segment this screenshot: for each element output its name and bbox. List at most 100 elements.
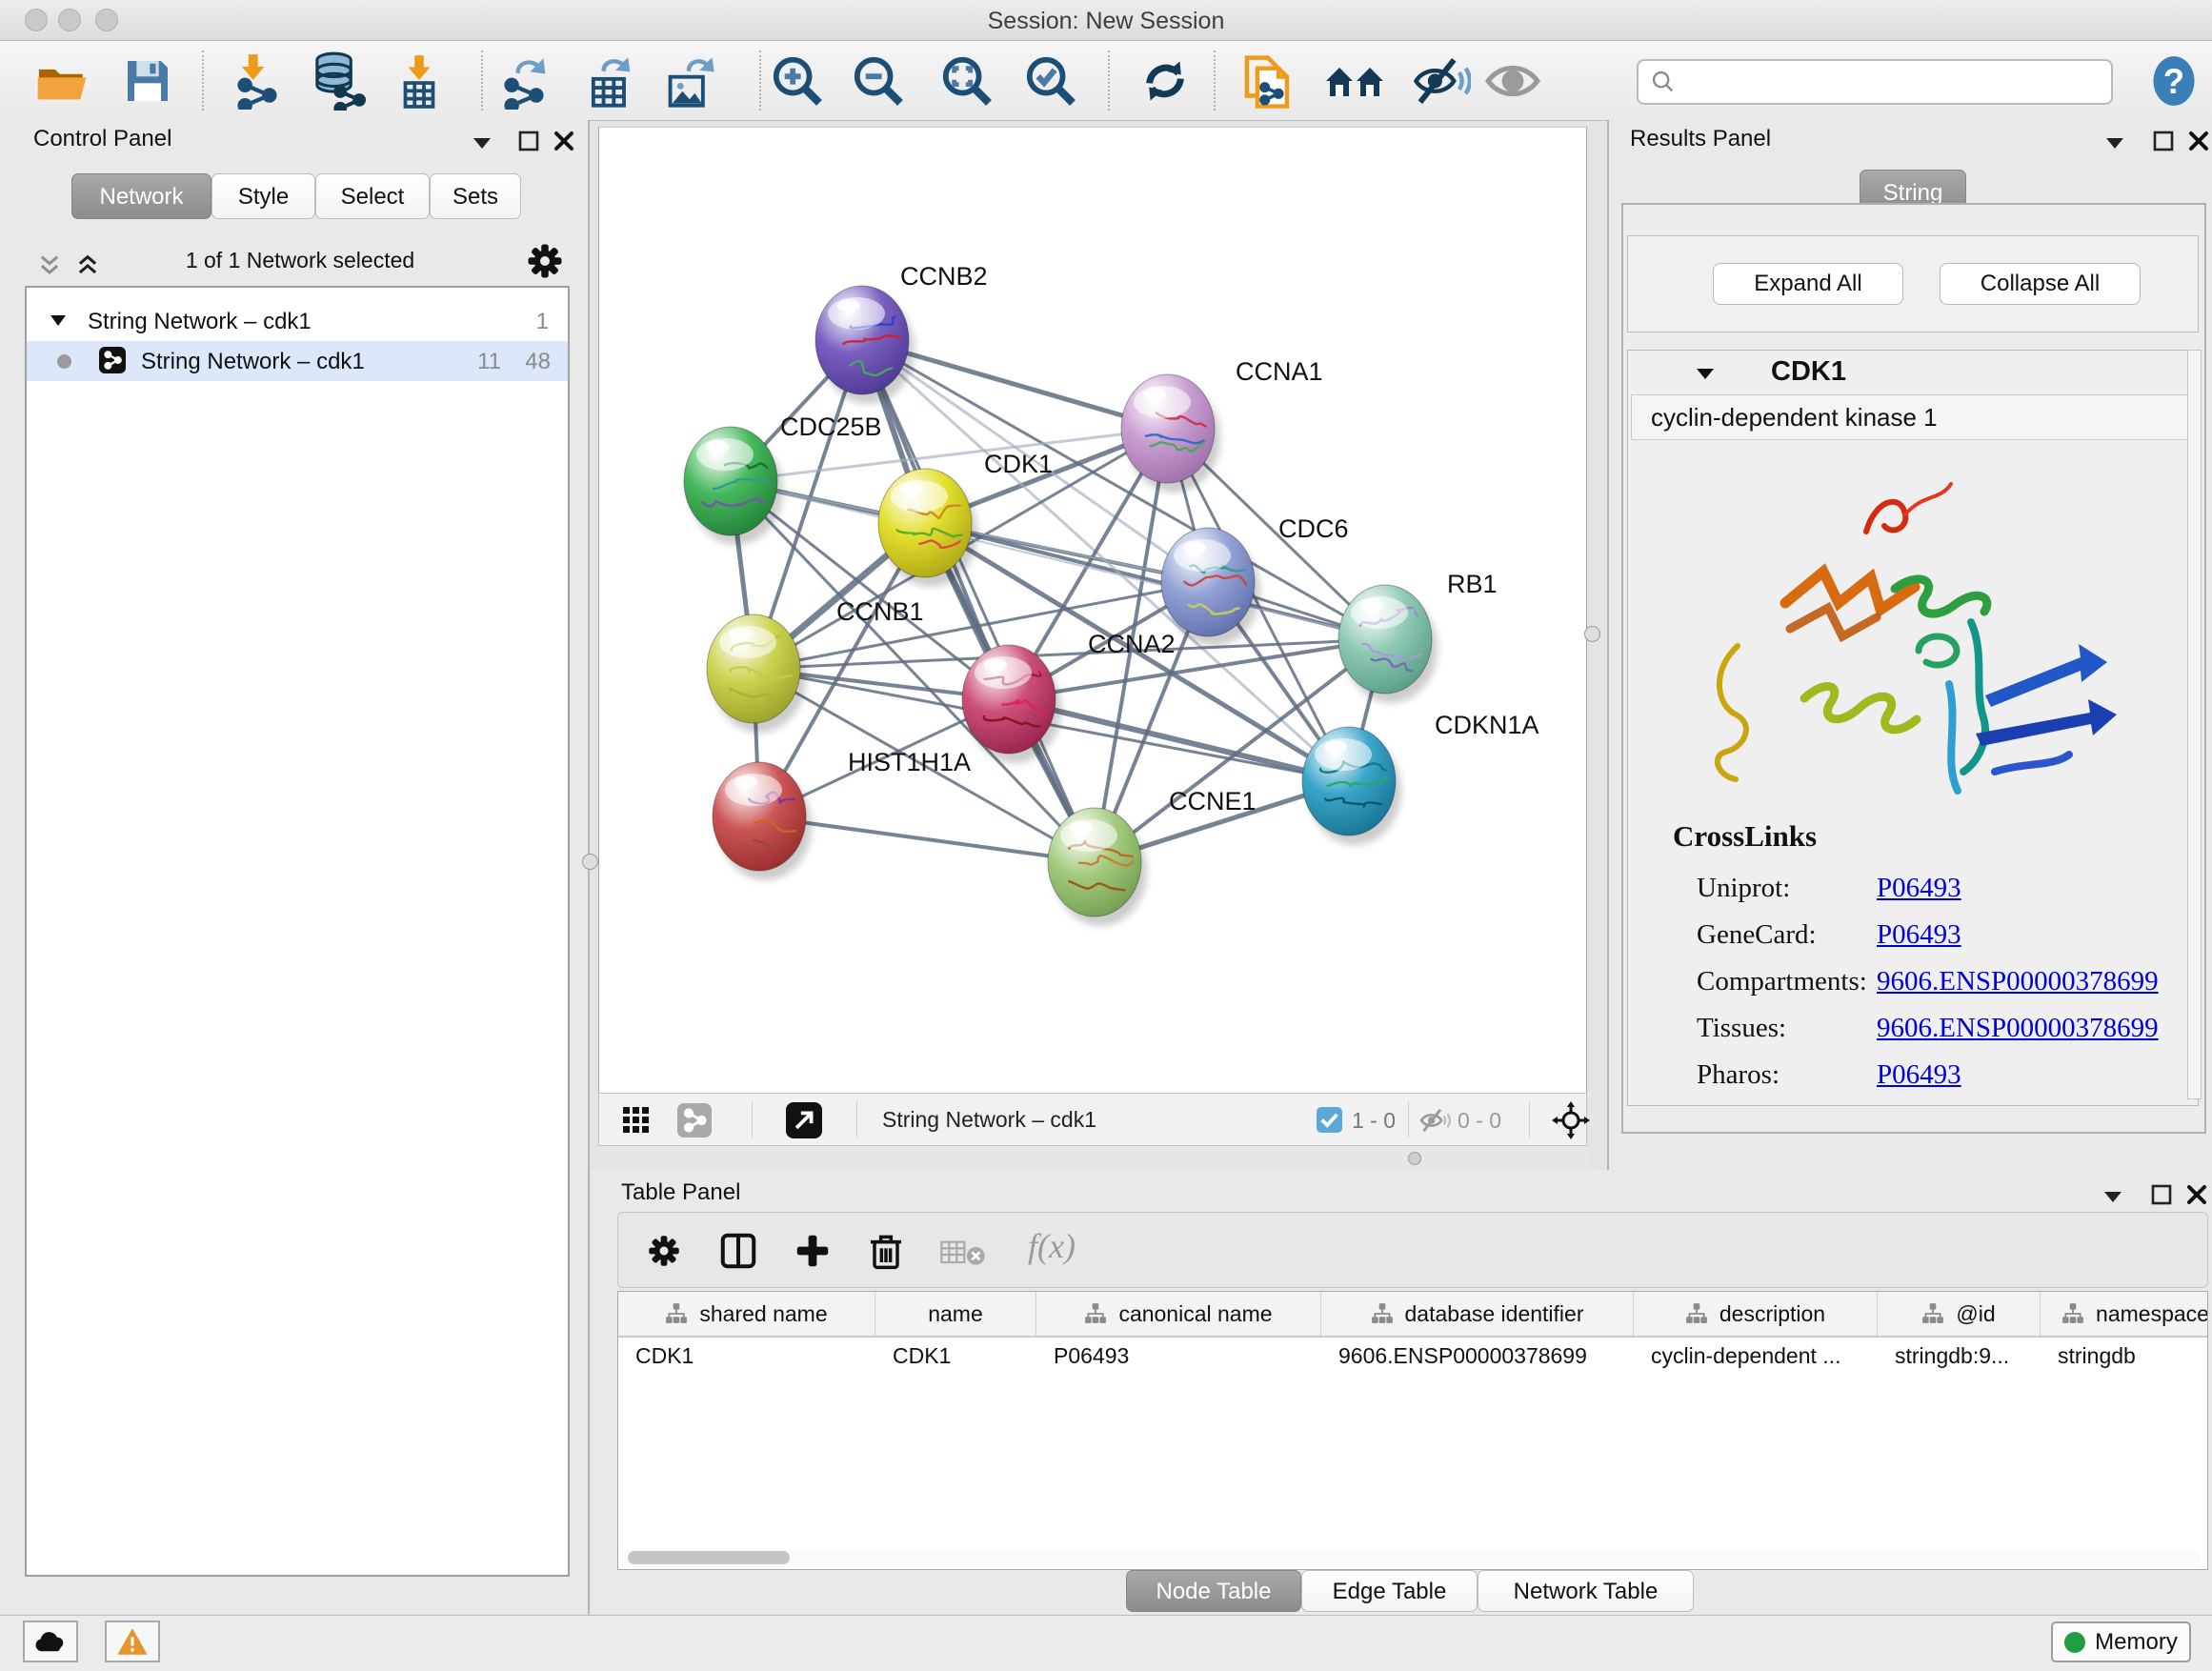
delete-column-trash-icon[interactable] (868, 1232, 904, 1270)
table-cell[interactable]: CDK1 (875, 1338, 1036, 1376)
table-hscrollbar-thumb[interactable] (628, 1551, 790, 1564)
panel-float-icon[interactable] (2150, 1183, 2173, 1206)
crosslink-link[interactable]: 9606.ENSP00000378699 (1877, 966, 2159, 997)
panel-dropdown-icon[interactable] (2102, 1189, 2123, 1204)
crosslink-link[interactable]: 9606.ENSP00000378699 (1877, 1013, 2159, 1044)
open-in-window-icon[interactable] (786, 1102, 822, 1138)
crosslink-link[interactable]: P06493 (1877, 873, 1961, 904)
crosslink-link[interactable]: P06493 (1877, 1059, 1961, 1091)
import-network-from-database-button[interactable] (309, 51, 368, 111)
memory-button[interactable]: Memory (2051, 1621, 2191, 1662)
tab-edge-table[interactable]: Edge Table (1301, 1570, 1478, 1612)
hidden-node-edge-counts: 0 - 0 (1458, 1108, 1501, 1134)
table-hscrollbar[interactable] (622, 1550, 2202, 1565)
network-share-view-icon[interactable] (677, 1103, 712, 1137)
import-network-from-file-button[interactable] (229, 52, 286, 110)
expand-all-button[interactable]: Expand All (1713, 263, 1903, 305)
left-splitter-handle[interactable] (582, 854, 598, 870)
tab-network-table[interactable]: Network Table (1478, 1570, 1694, 1612)
open-session-button[interactable] (34, 53, 90, 109)
column-header-canonical-name[interactable]: canonical name (1036, 1292, 1321, 1336)
network-graph[interactable]: CCNB2CCNA1CDC25BCDK1CDC6RB1CCNB1CCNA2CDK… (599, 128, 1586, 1092)
crosslink-link[interactable]: P06493 (1877, 919, 1961, 951)
show-columns-icon[interactable] (719, 1232, 757, 1270)
node-RB1[interactable]: RB1 (1338, 570, 1498, 703)
right-splitter-handle[interactable] (1584, 626, 1600, 642)
create-column-plus-icon[interactable] (794, 1232, 832, 1270)
table-cell[interactable]: 9606.ENSP00000378699 (1321, 1338, 1634, 1376)
panel-dropdown-icon[interactable] (2104, 135, 2125, 151)
table-settings-gear-icon[interactable] (647, 1234, 681, 1268)
column-header-description[interactable]: description (1634, 1292, 1878, 1336)
selected-checkbox-icon[interactable] (1317, 1107, 1342, 1133)
table-data-row[interactable]: CDK1CDK1P064939606.ENSP00000378699cyclin… (618, 1338, 2208, 1376)
grid-view-icon[interactable] (621, 1105, 652, 1136)
expand-all-icon[interactable] (74, 252, 101, 279)
column-header-shared-name[interactable]: shared name (618, 1292, 875, 1336)
first-neighbors-button[interactable] (1324, 50, 1385, 111)
export-network-button[interactable] (495, 52, 553, 110)
collapse-all-icon[interactable] (36, 252, 63, 279)
node-CCNB2[interactable]: CCNB2 (815, 262, 988, 404)
zoom-selected-button[interactable] (1023, 53, 1078, 109)
zoom-out-button[interactable] (851, 53, 906, 109)
table-cell[interactable]: P06493 (1036, 1338, 1321, 1376)
node-CCNA1[interactable]: CCNA1 (1121, 357, 1323, 493)
node-CDC6[interactable]: CDC6 (1161, 514, 1349, 646)
export-image-button[interactable] (662, 52, 719, 110)
network-row-selected[interactable]: String Network – cdk1 11 48 (27, 341, 568, 381)
collapse-all-button[interactable]: Collapse All (1940, 263, 2141, 305)
zoom-fit-button[interactable] (939, 53, 995, 109)
help-button[interactable]: ? (2151, 54, 2197, 108)
collection-network-count: 1 (536, 309, 549, 335)
save-session-button[interactable] (121, 54, 174, 108)
column-header-database-identifier[interactable]: database identifier (1321, 1292, 1634, 1336)
column-header-name[interactable]: name (875, 1292, 1036, 1336)
network-node-count: 11 (477, 349, 501, 375)
node-HIST1H1A[interactable]: HIST1H1A (713, 748, 971, 880)
table-cell[interactable]: stringdb:9... (1878, 1338, 2041, 1376)
column-header--id[interactable]: @id (1878, 1292, 2041, 1336)
panel-close-icon[interactable] (2185, 1183, 2208, 1206)
search-field[interactable] (1637, 59, 2113, 105)
apply-style-button[interactable] (1238, 51, 1297, 111)
protein-structure-image (1680, 455, 2138, 827)
table-cell[interactable]: CDK1 (618, 1338, 875, 1376)
crosslink-row: GeneCard:P06493 (1628, 914, 2198, 961)
network-collection-row[interactable]: String Network – cdk1 1 (27, 301, 568, 341)
show-all-button[interactable] (1483, 51, 1542, 111)
warning-status-button[interactable] (105, 1621, 160, 1662)
panel-dropdown-icon[interactable] (472, 135, 493, 151)
node-CDC25B[interactable]: CDC25B (684, 413, 882, 545)
node-CDKN1A[interactable]: CDKN1A (1302, 711, 1539, 845)
import-table-from-file-button[interactable] (392, 53, 447, 109)
table-cell[interactable]: cyclin-dependent ... (1634, 1338, 1878, 1376)
refresh-view-button[interactable] (1138, 54, 1192, 108)
panel-close-icon[interactable] (553, 130, 575, 152)
panel-close-icon[interactable] (2187, 130, 2210, 152)
tree-expander-icon[interactable] (50, 313, 67, 327)
hide-selected-button[interactable] (1412, 51, 1471, 111)
control-tab-style[interactable]: Style (211, 173, 315, 219)
control-tab-sets[interactable]: Sets (430, 173, 521, 219)
node-CCNE1[interactable]: CCNE1 (1048, 787, 1257, 926)
results-scrollbar[interactable] (2187, 350, 2202, 1099)
column-header-namespace[interactable]: namespace (2041, 1292, 2208, 1336)
toolbar-separator (1408, 1101, 1409, 1137)
panel-float-icon[interactable] (517, 130, 540, 152)
cloud-status-button[interactable] (23, 1621, 78, 1662)
zoom-in-button[interactable] (770, 53, 825, 109)
section-expander-icon[interactable] (1695, 366, 1716, 381)
fit-content-crosshair-icon[interactable] (1552, 1101, 1590, 1139)
hidden-eye-icon[interactable] (1418, 1106, 1453, 1135)
export-table-button[interactable] (581, 52, 638, 110)
tab-node-table[interactable]: Node Table (1126, 1570, 1301, 1612)
panel-float-icon[interactable] (2152, 130, 2175, 152)
network-canvas[interactable]: CCNB2CCNA1CDC25BCDK1CDC6RB1CCNB1CCNA2CDK… (598, 127, 1587, 1093)
control-tab-select[interactable]: Select (315, 173, 430, 219)
horizontal-splitter[interactable] (598, 1146, 1587, 1170)
network-options-gear-icon[interactable] (526, 242, 564, 280)
control-tab-network[interactable]: Network (71, 173, 211, 219)
table-cell[interactable]: stringdb (2041, 1338, 2208, 1376)
search-input[interactable] (1684, 64, 2098, 98)
